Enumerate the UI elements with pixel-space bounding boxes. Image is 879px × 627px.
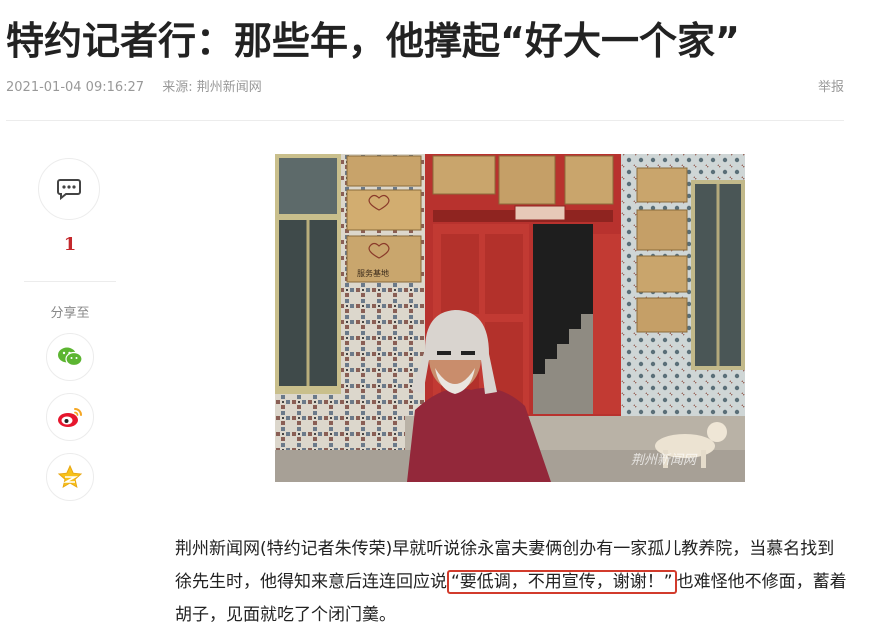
article-source[interactable]: 来源: 荆州新闻网 (162, 80, 262, 95)
comment-button[interactable] (38, 158, 100, 220)
sidebar-divider (24, 281, 116, 282)
article-meta: 2021-01-04 09:16:27 来源: 荆州新闻网 (6, 76, 276, 95)
comment-icon (57, 179, 81, 201)
qzone-icon (57, 464, 83, 489)
article-body: 荆州新闻网(特约记者朱传荣)早就听说徐永富夫妻俩创办有一家孤儿教养院，当慕名找到… (175, 533, 847, 627)
photo-watermark: 荆州新闻网 (631, 453, 698, 468)
comment-count[interactable]: 1 (24, 234, 116, 255)
article-title: 特约记者行：那些年，他撑起“好大一个家” (6, 19, 740, 63)
share-label: 分享至 (50, 306, 90, 321)
share-sidebar: 1 分享至 (24, 158, 116, 501)
weibo-icon (58, 408, 82, 427)
share-wechat-button[interactable] (46, 333, 94, 381)
highlighted-quote: “要低调，不用宣传，谢谢！” (447, 570, 677, 594)
publish-datetime: 2021-01-04 09:16:27 (6, 80, 145, 95)
photo-illustration: 服务基地 荆州新闻网 (275, 154, 745, 482)
wechat-icon (58, 347, 83, 367)
article-photo: 服务基地 荆州新闻网 (275, 154, 745, 482)
header-divider (6, 120, 844, 121)
share-weibo-button[interactable] (46, 393, 94, 441)
share-qzone-button[interactable] (46, 453, 94, 501)
plaque-text: 服务基地 (357, 268, 389, 278)
report-link[interactable]: 举报 (818, 76, 844, 95)
